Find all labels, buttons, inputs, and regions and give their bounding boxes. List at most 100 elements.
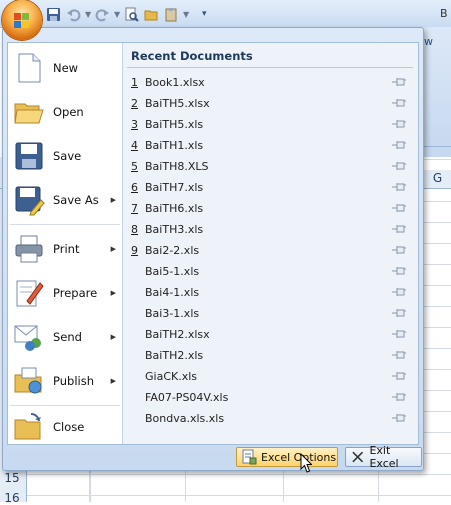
recent-document-item[interactable]: Bai4-1.xls (127, 282, 415, 303)
menu-item-open[interactable]: Open (8, 90, 122, 134)
menu-item-label: Print (53, 242, 80, 256)
clipboard-icon[interactable] (163, 6, 180, 23)
office-menu: New Open Save Save As ▶ Print ▶ Prepare … (2, 27, 424, 471)
pin-icon[interactable] (391, 308, 407, 319)
pin-icon[interactable] (391, 98, 407, 109)
column-header-g[interactable]: G (424, 171, 451, 185)
recent-document-number: 5 (131, 160, 138, 173)
row-number[interactable]: 16 (0, 491, 24, 505)
pin-icon[interactable] (391, 119, 407, 130)
publish-icon (14, 367, 42, 394)
close-icon (352, 451, 364, 463)
menu-item-save[interactable]: Save (8, 134, 122, 178)
recent-document-item[interactable]: BaiTH2.xlsx (127, 324, 415, 345)
pin-icon[interactable] (391, 329, 407, 340)
printer-icon (15, 235, 43, 263)
pin-icon[interactable] (391, 140, 407, 151)
pin-icon[interactable] (391, 392, 407, 403)
menu-item-new[interactable]: New (8, 46, 122, 90)
recent-document-item[interactable]: Bai5-1.xls (127, 261, 415, 282)
recent-document-number: 7 (131, 202, 138, 215)
recent-document-item[interactable]: 1 Book1.xlsx (127, 72, 415, 93)
recent-document-name: FA07-PS04V.xls (145, 391, 229, 404)
pin-icon[interactable] (391, 161, 407, 172)
pin-icon[interactable] (391, 182, 407, 193)
save-as-icon (15, 186, 45, 216)
print-preview-icon[interactable] (123, 6, 140, 23)
pin-icon[interactable] (391, 350, 407, 361)
recent-document-item[interactable]: 9 Bai2-2.xls (127, 240, 415, 261)
recent-document-number: 1 (131, 76, 138, 89)
excel-options-button[interactable]: Excel Options (236, 447, 338, 467)
recent-document-item[interactable]: FA07-PS04V.xls (127, 387, 415, 408)
window-title: B (440, 7, 448, 20)
menu-item-prepare[interactable]: Prepare ▶ (8, 271, 122, 315)
recent-document-number: 2 (131, 97, 138, 110)
recent-document-name: BaiTH5.xlsx (145, 97, 210, 110)
menu-item-label: Save As (53, 193, 99, 207)
row-number[interactable]: 15 (0, 471, 24, 485)
menu-item-publish[interactable]: Publish ▶ (8, 359, 122, 403)
clipboard-dropdown-icon[interactable]: ▼ (183, 10, 189, 19)
quick-access-toolbar: ▼ ▼ ▼ ▾ (45, 4, 208, 24)
recent-document-number: 6 (131, 181, 138, 194)
open-icon[interactable] (143, 6, 160, 23)
recent-documents-panel: Recent Documents 1 Book1.xlsx 2 BaiTH5.xlsx… (122, 43, 418, 444)
recent-document-item[interactable]: BaiTH2.xls (127, 345, 415, 366)
customize-toolbar-icon[interactable]: ▾ (202, 9, 208, 19)
save-icon[interactable] (45, 6, 62, 23)
recent-document-item[interactable]: GiaCK.xls (127, 366, 415, 387)
pin-icon[interactable] (391, 287, 407, 298)
recent-document-name: BaiTH5.xls (145, 118, 204, 131)
recent-document-name: Bondva.xls.xls (145, 412, 225, 425)
menu-item-close[interactable]: Close (8, 405, 122, 449)
recent-document-item[interactable]: 5 BaiTH8.XLS (127, 156, 415, 177)
recent-document-number: 9 (131, 244, 138, 257)
recent-document-name: GiaCK.xls (145, 370, 198, 383)
pin-icon[interactable] (391, 77, 407, 88)
recent-document-item[interactable]: 6 BaiTH7.xls (127, 177, 415, 198)
recent-document-item[interactable]: 7 BaiTH6.xls (127, 198, 415, 219)
menu-commands: New Open Save Save As ▶ Print ▶ Prepare … (8, 43, 122, 444)
pin-icon[interactable] (391, 245, 407, 256)
recent-document-item[interactable]: 2 BaiTH5.xlsx (127, 93, 415, 114)
pin-icon[interactable] (391, 224, 407, 235)
recent-document-name: Book1.xlsx (145, 76, 205, 89)
menu-item-save-as[interactable]: Save As ▶ (8, 178, 122, 222)
recent-document-item[interactable]: 8 BaiTH3.xls (127, 219, 415, 240)
exit-excel-button[interactable]: Exit Excel (345, 444, 422, 470)
ribbon-tab[interactable]: w (424, 35, 433, 48)
recent-document-item[interactable]: 3 BaiTH5.xls (127, 114, 415, 135)
recent-document-name: BaiTH2.xls (145, 349, 204, 362)
excel-options-label: Excel Options (261, 450, 337, 464)
menu-divider (10, 224, 120, 225)
recent-document-item[interactable]: 4 BaiTH1.xls (127, 135, 415, 156)
office-menu-body: New Open Save Save As ▶ Print ▶ Prepare … (7, 42, 419, 445)
redo-icon[interactable] (94, 6, 111, 23)
pin-icon[interactable] (391, 413, 407, 424)
options-icon (242, 449, 257, 465)
recent-document-name: Bai4-1.xls (145, 286, 200, 299)
save-disk-icon (15, 142, 43, 170)
undo-dropdown-icon[interactable]: ▼ (85, 10, 91, 19)
send-icon (14, 325, 41, 351)
menu-item-print[interactable]: Print ▶ (8, 227, 122, 271)
menu-footer: Excel Options Exit Excel (7, 444, 422, 470)
menu-item-send[interactable]: Send ▶ (8, 315, 122, 359)
menu-item-label: Save (53, 149, 82, 163)
pin-icon[interactable] (391, 371, 407, 382)
office-button[interactable] (2, 0, 42, 40)
close-folder-icon (14, 412, 41, 440)
redo-dropdown-icon[interactable]: ▼ (114, 10, 120, 19)
undo-icon[interactable] (65, 6, 82, 23)
pin-icon[interactable] (391, 266, 407, 277)
submenu-arrow-icon: ▶ (110, 289, 116, 297)
recent-document-item[interactable]: Bondva.xls.xls (127, 408, 415, 429)
recent-document-name: BaiTH3.xls (145, 223, 204, 236)
recent-document-number: 8 (131, 223, 138, 236)
recent-document-name: BaiTH2.xlsx (145, 328, 210, 341)
recent-documents-divider (127, 67, 413, 68)
recent-document-item[interactable]: Bai3-1.xls (127, 303, 415, 324)
recent-document-name: BaiTH6.xls (145, 202, 204, 215)
pin-icon[interactable] (391, 203, 407, 214)
